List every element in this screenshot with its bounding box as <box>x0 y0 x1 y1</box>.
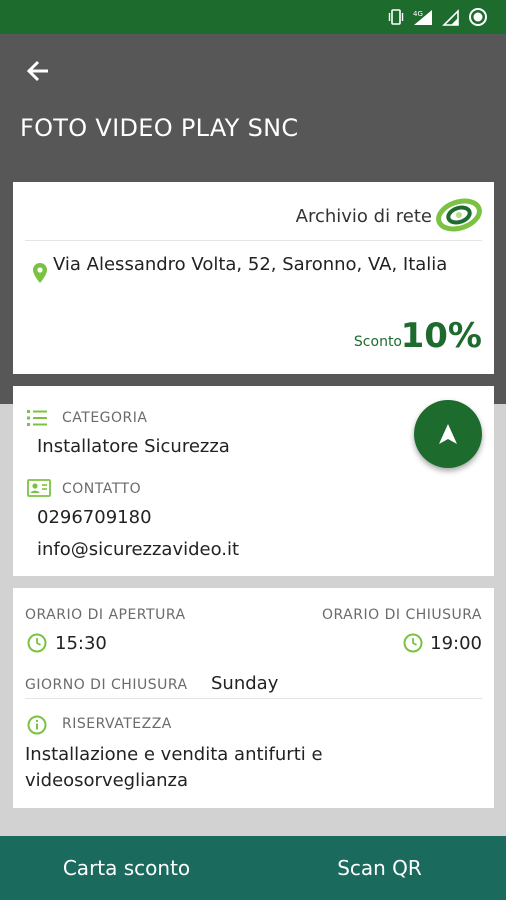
phone-number[interactable]: 0296709180 <box>37 507 152 528</box>
signal-4g-icon: 4G <box>413 10 432 25</box>
category-value: Installatore Sicurezza <box>37 436 230 457</box>
discount-value: 10% <box>400 316 482 356</box>
category-label: CATEGORIA <box>62 410 148 426</box>
network-logo-icon <box>436 198 482 232</box>
closing-time: 19:00 <box>430 633 482 654</box>
scan-qr-button[interactable]: Scan QR <box>253 836 506 900</box>
contact-card-icon <box>27 479 51 497</box>
back-button[interactable] <box>20 55 56 87</box>
battery-icon <box>469 8 487 26</box>
arrow-left-icon <box>26 60 48 82</box>
status-bar: 4G <box>0 0 506 34</box>
navigate-button[interactable] <box>414 400 482 468</box>
page-title: FOTO VIDEO PLAY SNC <box>20 114 299 142</box>
svg-text:4G: 4G <box>413 10 423 18</box>
email-address[interactable]: info@sicurezzavideo.it <box>37 539 239 560</box>
privacy-value: Installazione e vendita antifurti e vide… <box>25 744 323 791</box>
hours-card: ORARIO DI APERTURA ORARIO DI CHIUSURA 15… <box>13 588 494 808</box>
card-divider <box>25 240 482 241</box>
opening-time-label: ORARIO DI APERTURA <box>25 607 186 623</box>
store-address[interactable]: Via Alessandro Volta, 52, Saronno, VA, I… <box>53 252 453 278</box>
closed-day-label: GIORNO DI CHIUSURA <box>25 677 188 693</box>
discount-card-button[interactable]: Carta sconto <box>0 836 253 900</box>
clock-icon <box>403 633 423 653</box>
privacy-label: RISERVATEZZA <box>62 716 172 732</box>
vibrate-icon <box>388 9 404 25</box>
location-pin-icon <box>33 263 47 283</box>
status-icons: 4G <box>388 6 488 28</box>
closing-time-label: ORARIO DI CHIUSURA <box>322 607 482 623</box>
store-card: Archivio di rete Via Alessandro Volta, 5… <box>13 182 494 374</box>
bottom-action-bar: Carta sconto Scan QR <box>0 836 506 900</box>
contact-label: CONTATTO <box>62 481 142 497</box>
closed-day-value: Sunday <box>211 673 279 694</box>
discount-label: Sconto <box>353 334 402 350</box>
navigation-arrow-icon <box>439 424 457 444</box>
clock-icon <box>27 633 47 653</box>
network-label: Archivio di rete <box>295 206 432 227</box>
info-icon <box>27 715 47 735</box>
opening-time: 15:30 <box>55 633 107 654</box>
list-icon <box>27 410 47 426</box>
signal-icon <box>442 9 459 26</box>
card-divider <box>25 698 482 699</box>
